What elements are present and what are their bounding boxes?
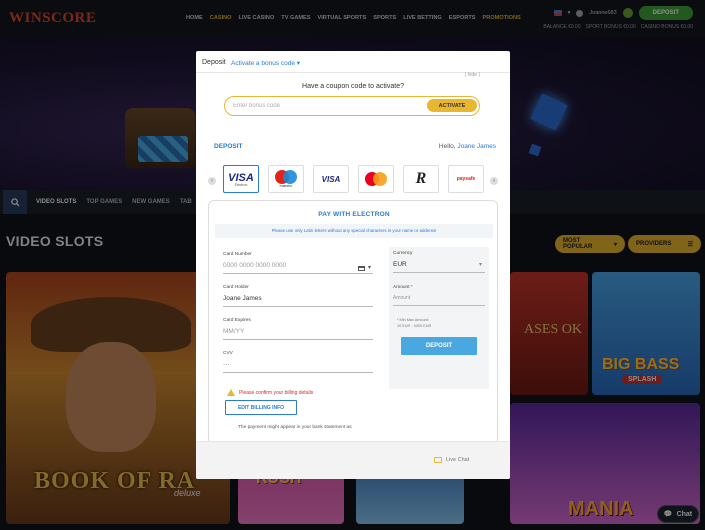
- coupon-question: Have a coupon code to activate?: [302, 83, 404, 90]
- warning-icon: [227, 389, 235, 396]
- currency-label: Currency: [393, 251, 413, 256]
- modal-footer: Live Chat: [196, 441, 510, 479]
- amount-label: Amount *: [393, 285, 413, 290]
- payment-paysafe[interactable]: paysafe: [448, 165, 484, 193]
- chevron-down-icon: ▾: [296, 60, 301, 67]
- payment-mastercard[interactable]: [358, 165, 394, 193]
- min-max-amount: * Min Max Amount: 10 EUR - 3000 EUR: [397, 317, 431, 329]
- bank-statement-note: The payment might appear in your bank st…: [238, 425, 352, 430]
- payment-form: PAY WITH ELECTRON Please use only Latin …: [208, 200, 498, 445]
- card-holder-input[interactable]: Joane James: [223, 293, 373, 307]
- cvv-input[interactable]: ···: [223, 359, 373, 373]
- credit-card-icon: [357, 265, 365, 271]
- card-number-placeholder: 0000 0000 0000 0000: [223, 262, 287, 269]
- min-max-value: 10 EUR - 3000 EUR: [397, 324, 432, 328]
- amount-input[interactable]: Amount: [393, 292, 485, 306]
- maestro-label: maestro: [279, 184, 293, 188]
- card-expires-input[interactable]: MM/YY: [223, 326, 373, 340]
- live-chat-link[interactable]: Live Chat: [434, 457, 469, 463]
- card-number-input[interactable]: 0000 0000 0000 0000 ▾: [223, 260, 373, 274]
- currency-select[interactable]: EUR ▾: [393, 261, 485, 273]
- chevron-left-icon[interactable]: ‹: [208, 177, 216, 185]
- mastercard-logo-icon: [365, 172, 387, 186]
- bonus-link-label: Activate a bonus code: [231, 60, 295, 67]
- user-name[interactable]: Joane James: [457, 143, 496, 150]
- paysafe-logo: paysafe: [456, 176, 476, 182]
- billing-warning-text: Please confirm your billing details: [239, 389, 314, 396]
- chevron-right-icon[interactable]: ›: [490, 177, 498, 185]
- edit-billing-button[interactable]: EDIT BILLING INFO: [225, 400, 297, 415]
- card-number-label: Card Number: [223, 252, 252, 257]
- visa-logo: VISA: [321, 174, 341, 184]
- billing-warning: Please confirm your billing details: [227, 389, 313, 396]
- card-expires-label: Card Expires: [223, 318, 251, 323]
- maestro-logo-icon: [275, 170, 297, 184]
- deposit-modal: Deposit Activate a bonus code ▾ ( hide )…: [196, 51, 510, 479]
- deposit-button[interactable]: DEPOSIT: [401, 337, 477, 355]
- modal-title: Deposit: [202, 59, 226, 66]
- greeting: Hello, Joane James: [439, 143, 496, 150]
- cvv-label: CVV: [223, 351, 233, 356]
- electron-label: Electron: [234, 182, 248, 187]
- payment-visa-electron[interactable]: VISA Electron: [223, 165, 259, 193]
- modal-header: Deposit Activate a bonus code ▾: [196, 51, 510, 73]
- amount-panel: Currency EUR ▾ Amount * Amount * Min Max…: [389, 247, 489, 389]
- tab-deposit[interactable]: DEPOSIT: [214, 143, 243, 150]
- chevron-down-icon: ▾: [478, 262, 482, 268]
- card-type-selector[interactable]: ▾: [357, 262, 371, 274]
- latin-notice: Please use only Latin letters without an…: [215, 224, 493, 238]
- amount-label-text: Amount: [393, 285, 410, 290]
- revolut-logo: R: [415, 170, 427, 187]
- hide-link[interactable]: ( hide ): [464, 72, 480, 78]
- greeting-prefix: Hello,: [438, 143, 456, 150]
- payment-revolut[interactable]: R: [403, 165, 439, 193]
- payment-visa[interactable]: VISA: [313, 165, 349, 193]
- activate-button[interactable]: ACTIVATE: [427, 99, 477, 112]
- live-chat-label: Live Chat: [446, 457, 470, 463]
- form-title: PAY WITH ELECTRON: [318, 211, 390, 218]
- card-holder-label: Card Holder: [223, 285, 249, 290]
- currency-value: EUR: [393, 261, 407, 268]
- bonus-code-input[interactable]: [233, 101, 413, 111]
- chevron-down-icon: ▾: [367, 265, 371, 271]
- payment-maestro[interactable]: maestro: [268, 165, 304, 193]
- activate-bonus-link[interactable]: Activate a bonus code ▾: [231, 59, 300, 67]
- chat-icon: [434, 457, 442, 463]
- coupon-box: ACTIVATE: [224, 96, 480, 116]
